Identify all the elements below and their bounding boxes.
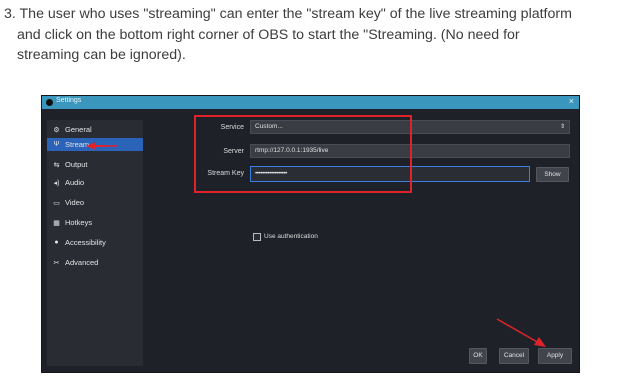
- monitor-icon: ▭: [53, 199, 60, 207]
- instruction-line-1: 3. The user who uses "streaming" can ent…: [4, 6, 572, 22]
- sidebar-item-advanced[interactable]: ✂ Advanced: [51, 256, 141, 269]
- instruction-text: 3. The user who uses "streaming" can ent…: [4, 4, 632, 66]
- sidebar-item-label: Video: [65, 198, 85, 207]
- instruction-line-3: streaming can be ignored).: [17, 47, 186, 63]
- sidebar-item-audio[interactable]: ◂) Audio: [51, 176, 141, 189]
- close-icon[interactable]: ×: [569, 96, 574, 106]
- sidebar-item-stream[interactable]: Ψ Stream: [47, 138, 143, 151]
- output-icon: ⇆: [53, 161, 60, 169]
- sidebar-item-label: Hotkeys: [65, 218, 93, 227]
- instruction-line-2: and click on the bottom right corner of …: [17, 26, 520, 43]
- use-authentication-label: Use authentication: [264, 233, 318, 240]
- sidebar-item-label: Audio: [65, 178, 85, 187]
- antenna-icon: Ψ: [53, 141, 60, 148]
- speaker-icon: ◂): [53, 179, 60, 187]
- wrench-icon: ✂: [53, 259, 60, 267]
- sidebar-item-label: General: [65, 125, 92, 134]
- chevron-updown-icon: ⇕: [559, 124, 565, 130]
- sidebar-item-general[interactable]: ⚙ General: [51, 123, 141, 136]
- keyboard-icon: ▦: [53, 219, 60, 227]
- accessibility-icon: ●: [54, 239, 59, 246]
- sidebar-item-output[interactable]: ⇆ Output: [51, 158, 141, 171]
- sidebar-item-hotkeys[interactable]: ▦ Hotkeys: [51, 216, 141, 229]
- settings-sidebar: ⚙ General Ψ Stream ⇆ Output ◂) Audio ▭ V…: [47, 120, 143, 366]
- title-bar: Settings ×: [42, 96, 579, 109]
- cancel-button[interactable]: Cancel: [499, 348, 529, 364]
- gear-icon: ⚙: [53, 126, 60, 134]
- obs-logo-icon: [46, 99, 53, 106]
- sidebar-item-label: Accessibility: [65, 238, 106, 247]
- use-authentication-checkbox[interactable]: [253, 233, 261, 241]
- show-key-button[interactable]: Show: [536, 167, 569, 182]
- sidebar-item-label: Output: [65, 160, 88, 169]
- ok-button[interactable]: OK: [469, 348, 487, 364]
- window-title: Settings: [56, 97, 82, 104]
- apply-button[interactable]: Apply: [538, 348, 572, 364]
- sidebar-item-video[interactable]: ▭ Video: [51, 196, 141, 209]
- highlight-box: [194, 115, 412, 193]
- sidebar-item-accessibility[interactable]: ● Accessibility: [51, 236, 141, 249]
- sidebar-item-label: Stream: [65, 140, 90, 149]
- sidebar-item-label: Advanced: [65, 258, 99, 267]
